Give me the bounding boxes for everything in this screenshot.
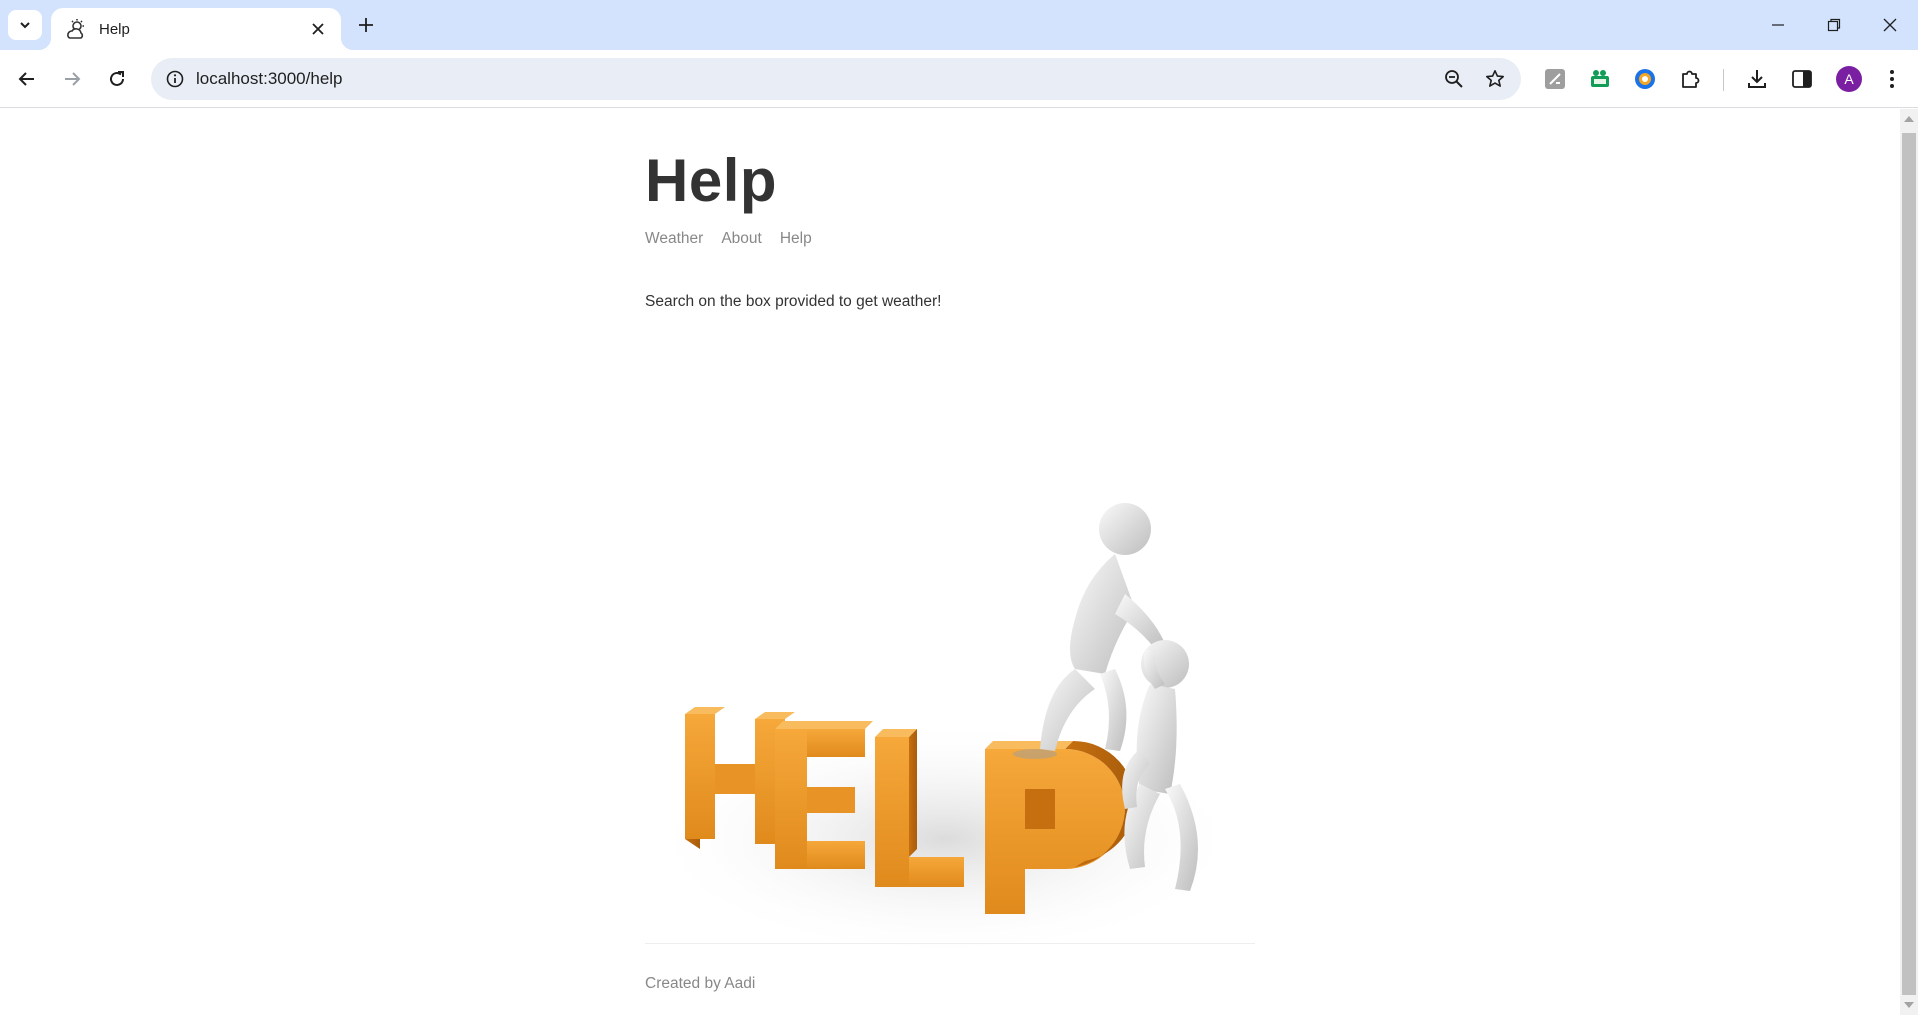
- help-message: Search on the box provided to get weathe…: [645, 293, 942, 310]
- footer-divider: [645, 943, 1255, 944]
- restore-icon: [1827, 18, 1841, 32]
- extension-notes-button[interactable]: [1537, 61, 1573, 97]
- site-info-icon[interactable]: [161, 65, 189, 93]
- reload-icon: [110, 71, 124, 86]
- notes-extension-icon: [1545, 69, 1565, 89]
- zoom-icon[interactable]: [1440, 65, 1468, 93]
- arrow-left-icon: [18, 72, 34, 86]
- nav-link-help[interactable]: Help: [780, 230, 812, 248]
- page-scrollbar[interactable]: [1900, 109, 1918, 1015]
- menu-button[interactable]: [1874, 61, 1910, 97]
- address-bar[interactable]: localhost:3000/help: [151, 58, 1521, 100]
- kebab-menu-icon: [1890, 70, 1894, 88]
- tab-title: Help: [99, 20, 130, 38]
- close-window-button[interactable]: [1862, 0, 1918, 50]
- weather-favicon-icon: [65, 18, 87, 40]
- arrow-right-icon: [65, 72, 81, 86]
- browser-toolbar: localhost:3000/help A: [0, 50, 1918, 108]
- tab-strip: Help: [0, 0, 1918, 50]
- scroll-up-icon[interactable]: [1904, 116, 1914, 122]
- scroll-down-icon[interactable]: [1904, 1002, 1914, 1008]
- extension-video-button[interactable]: [1582, 61, 1618, 97]
- minimize-icon: [1772, 24, 1784, 26]
- nav-link-weather[interactable]: Weather: [645, 230, 703, 248]
- extensions-button[interactable]: [1672, 61, 1708, 97]
- site-nav: Weather About Help: [645, 230, 812, 248]
- page-viewport: Help Weather About Help Search on the bo…: [0, 109, 1900, 1015]
- restore-button[interactable]: [1806, 0, 1862, 50]
- download-icon: [1748, 70, 1766, 88]
- side-panel-button[interactable]: [1784, 61, 1820, 97]
- chevron-down-icon: [20, 22, 30, 29]
- back-button[interactable]: [9, 61, 45, 97]
- minimize-button[interactable]: [1750, 0, 1806, 50]
- downloads-button[interactable]: [1739, 61, 1775, 97]
- help-figures-illustration: [645, 503, 1245, 959]
- tab-search-button[interactable]: [8, 10, 42, 40]
- plus-icon: [359, 18, 373, 32]
- page-title: Help: [645, 147, 778, 214]
- scroll-thumb[interactable]: [1902, 133, 1916, 995]
- footer-credit: Created by Aadi: [645, 975, 756, 992]
- bookmark-star-icon[interactable]: [1481, 65, 1509, 93]
- side-panel-icon: [1792, 70, 1812, 88]
- extension-circle-button[interactable]: [1627, 61, 1663, 97]
- new-tab-button[interactable]: [352, 11, 380, 39]
- video-extension-icon: [1591, 70, 1609, 87]
- close-icon: [1883, 18, 1897, 32]
- tab-close-icon[interactable]: [307, 18, 329, 40]
- active-tab[interactable]: Help: [39, 8, 353, 50]
- forward-button[interactable]: [54, 61, 90, 97]
- profile-avatar[interactable]: A: [1836, 66, 1862, 92]
- url-text[interactable]: localhost:3000/help: [196, 69, 343, 89]
- reload-button[interactable]: [99, 61, 135, 97]
- toolbar-separator: [1723, 69, 1724, 91]
- main-content: Help Weather About Help Search on the bo…: [645, 109, 1255, 1015]
- circle-extension-icon: [1635, 69, 1655, 89]
- nav-link-about[interactable]: About: [721, 230, 762, 248]
- puzzle-icon: [1682, 70, 1700, 88]
